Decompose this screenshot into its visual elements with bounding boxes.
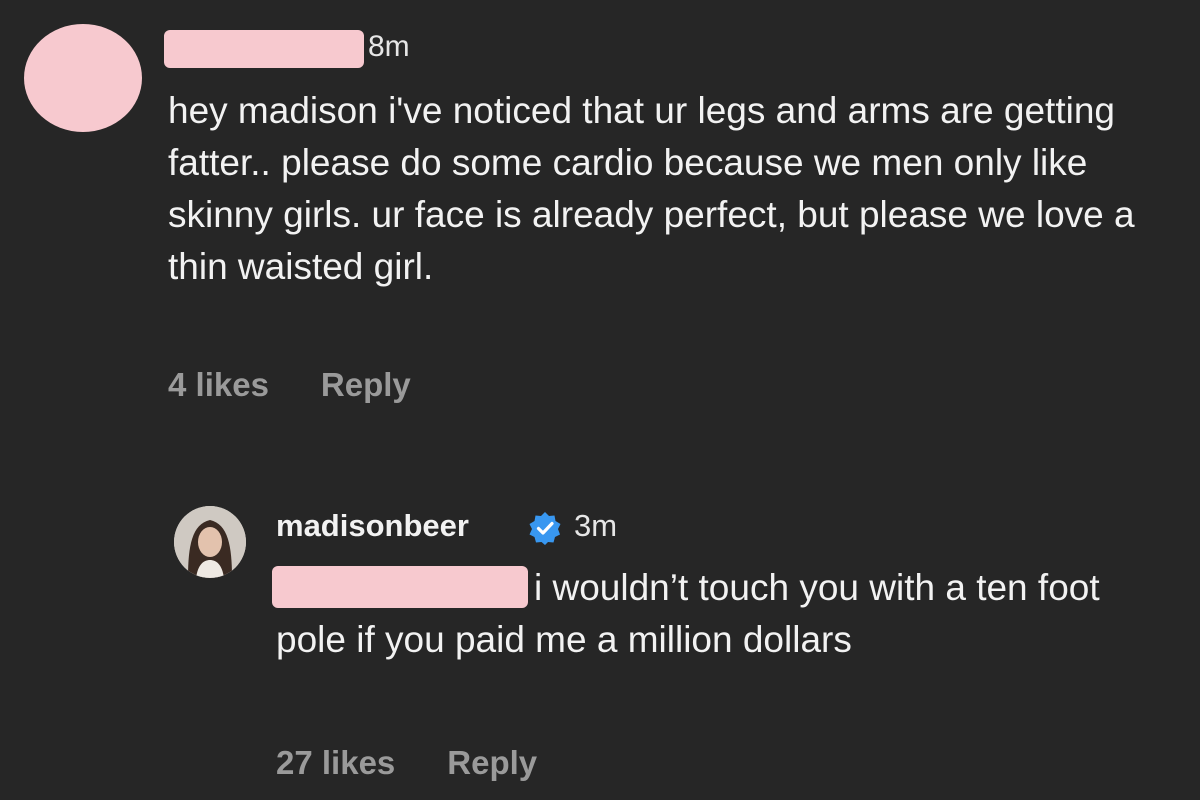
comment-2-reply-button[interactable]: Reply (447, 744, 537, 781)
comment-2-text: i wouldn’t touch you with a ten foot pol… (276, 567, 1100, 660)
comment-2-timestamp: 3m (574, 508, 618, 543)
avatar[interactable] (174, 506, 246, 578)
comment-thread: 8m hey madison i've noticed that ur legs… (0, 0, 1200, 800)
username-redacted[interactable] (164, 30, 364, 68)
comment-1-text: hey madison i've noticed that ur legs an… (168, 90, 1135, 287)
comment-2-likes[interactable]: 27 likes (276, 744, 395, 781)
comment-1-reply-button[interactable]: Reply (321, 366, 411, 403)
comment-2-username[interactable]: madisonbeer (276, 508, 469, 544)
comment-1-actions: 4 likes Reply (168, 366, 411, 404)
comment-1-timestamp: 8m (368, 30, 410, 63)
comment-2-actions: 27 likes Reply (276, 744, 537, 782)
avatar-image (174, 506, 246, 578)
avatar-redacted[interactable] (24, 24, 142, 132)
verified-badge-icon (529, 512, 561, 545)
comment-1-likes[interactable]: 4 likes (168, 366, 269, 403)
